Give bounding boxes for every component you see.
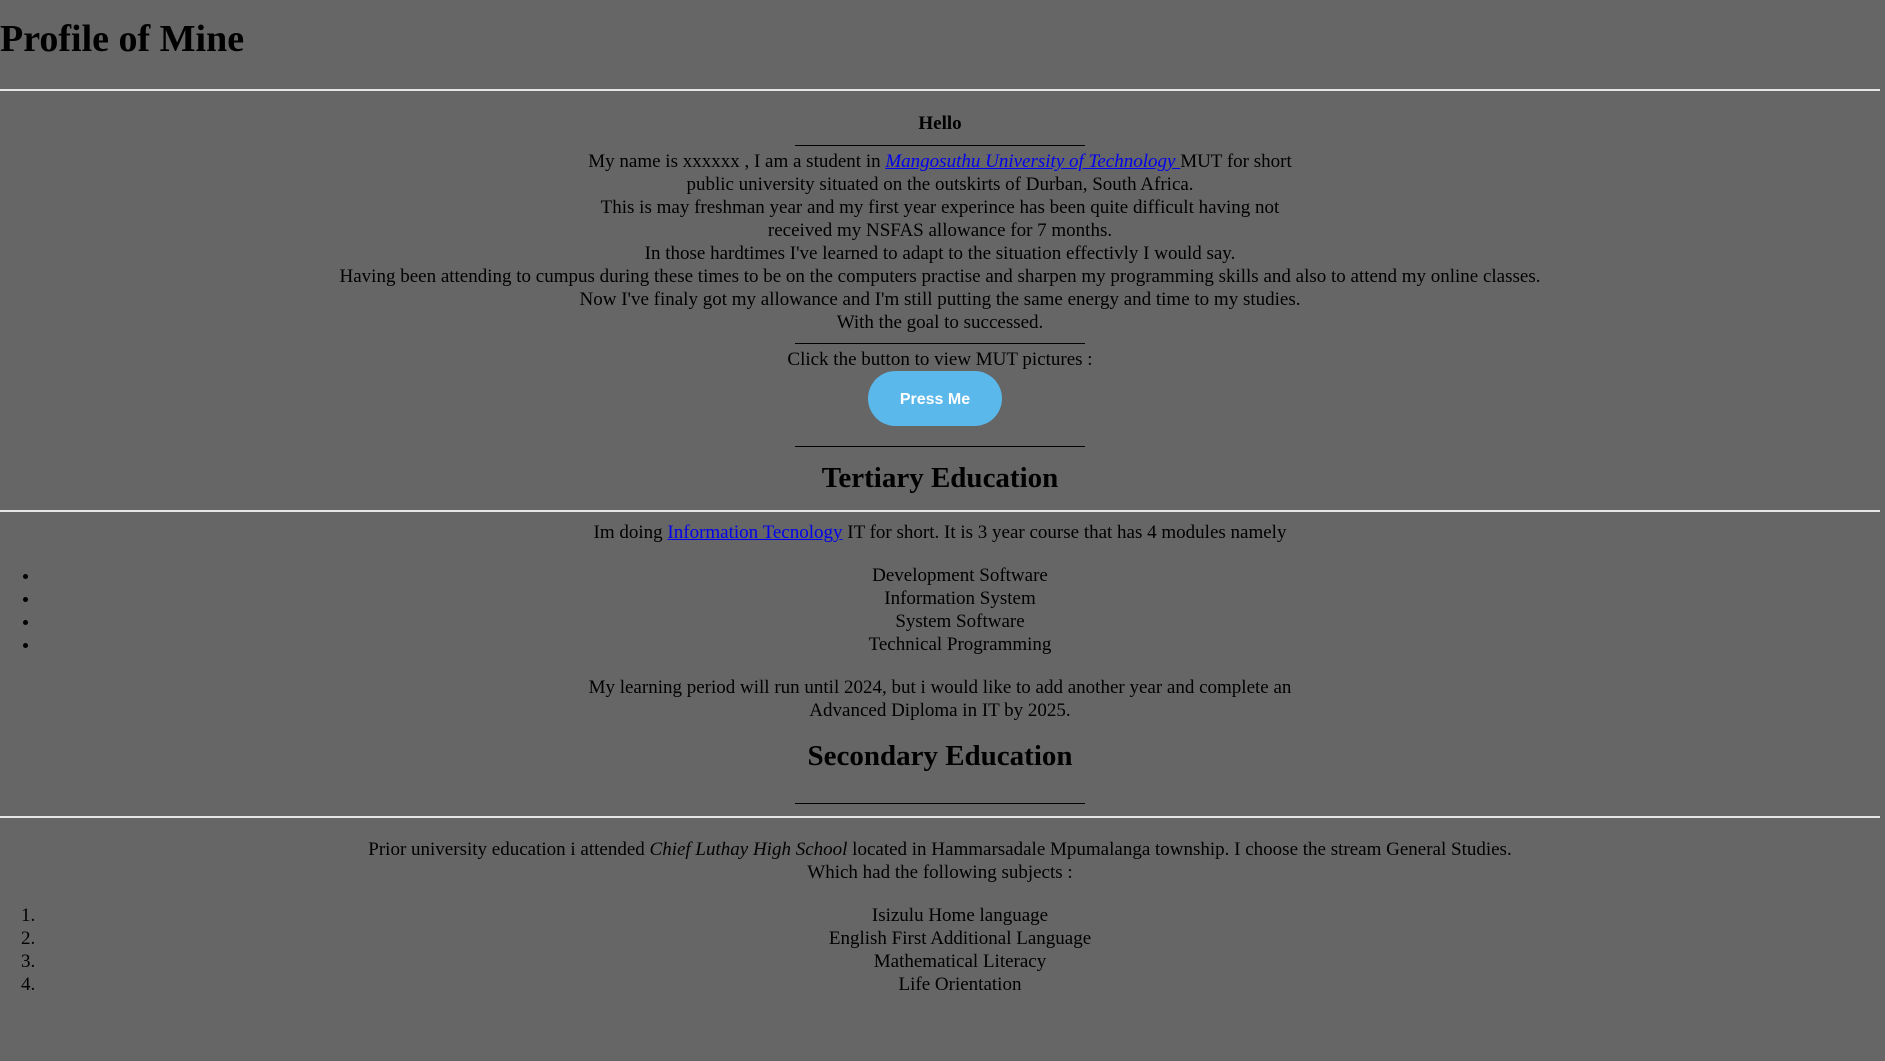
school-name: Chief Luthay High School: [649, 839, 848, 860]
intro-line-7: Now I've finaly got my allowance and I'm…: [579, 289, 1301, 310]
plan-line-2: Advanced Diploma in IT by 2025.: [809, 700, 1071, 721]
list-item: English First Additional Language: [40, 927, 1880, 950]
list-item: Life Orientation: [40, 973, 1880, 996]
tertiary-intro: Im doing Information Tecnology IT for sh…: [593, 522, 1287, 543]
secondary-heading: Secondary Education: [807, 740, 1073, 772]
list-item: Technical Programming: [40, 633, 1880, 656]
secondary-intro-line-2: Which had the following subjects :: [807, 862, 1073, 883]
list-item: Information System: [40, 587, 1880, 610]
secondary-intro: Prior university education i attended Ch…: [0, 818, 1880, 884]
plan-line-1: My learning period will run until 2024, …: [588, 677, 1292, 698]
university-link[interactable]: Mangosuthu University of Technology: [885, 151, 1180, 172]
plan-paragraph: My learning period will run until 2024, …: [0, 676, 1880, 722]
intro-line-5: In those hardtimes I've learned to adapt…: [644, 243, 1236, 264]
intro-line-3: This is may freshman year and my first y…: [600, 197, 1280, 218]
modules-list: Development Software Information System …: [0, 564, 1880, 656]
intro-line-2: public university situated on the outski…: [686, 174, 1194, 195]
tertiary-heading: Tertiary Education: [821, 462, 1059, 494]
intro-line-6: Having been attending to cumpus during t…: [339, 266, 1541, 287]
list-item: System Software: [40, 610, 1880, 633]
secondary-intro-line-1: Prior university education i attended Ch…: [368, 839, 1512, 860]
greeting-heading: Hello: [918, 113, 962, 134]
intro-section: Hello My name is xxxxxx , I am a student…: [0, 91, 1880, 447]
press-me-button[interactable]: Press Me: [868, 371, 1002, 426]
intro-line-1: My name is xxxxxx , I am a student in Ma…: [588, 151, 1292, 172]
pictures-prompt: Click the button to view MUT pictures :: [787, 349, 1093, 370]
subjects-list: Isizulu Home language English First Addi…: [0, 904, 1880, 996]
intro-line-8: With the goal to successed.: [836, 312, 1044, 333]
page-title: Profile of Mine: [0, 18, 245, 60]
list-item: Mathematical Literacy: [40, 950, 1880, 973]
course-link[interactable]: Information Tecnology: [667, 522, 842, 543]
list-item: Isizulu Home language: [40, 904, 1880, 927]
intro-line-4: received my NSFAS allowance for 7 months…: [767, 220, 1113, 241]
list-item: Development Software: [40, 564, 1880, 587]
